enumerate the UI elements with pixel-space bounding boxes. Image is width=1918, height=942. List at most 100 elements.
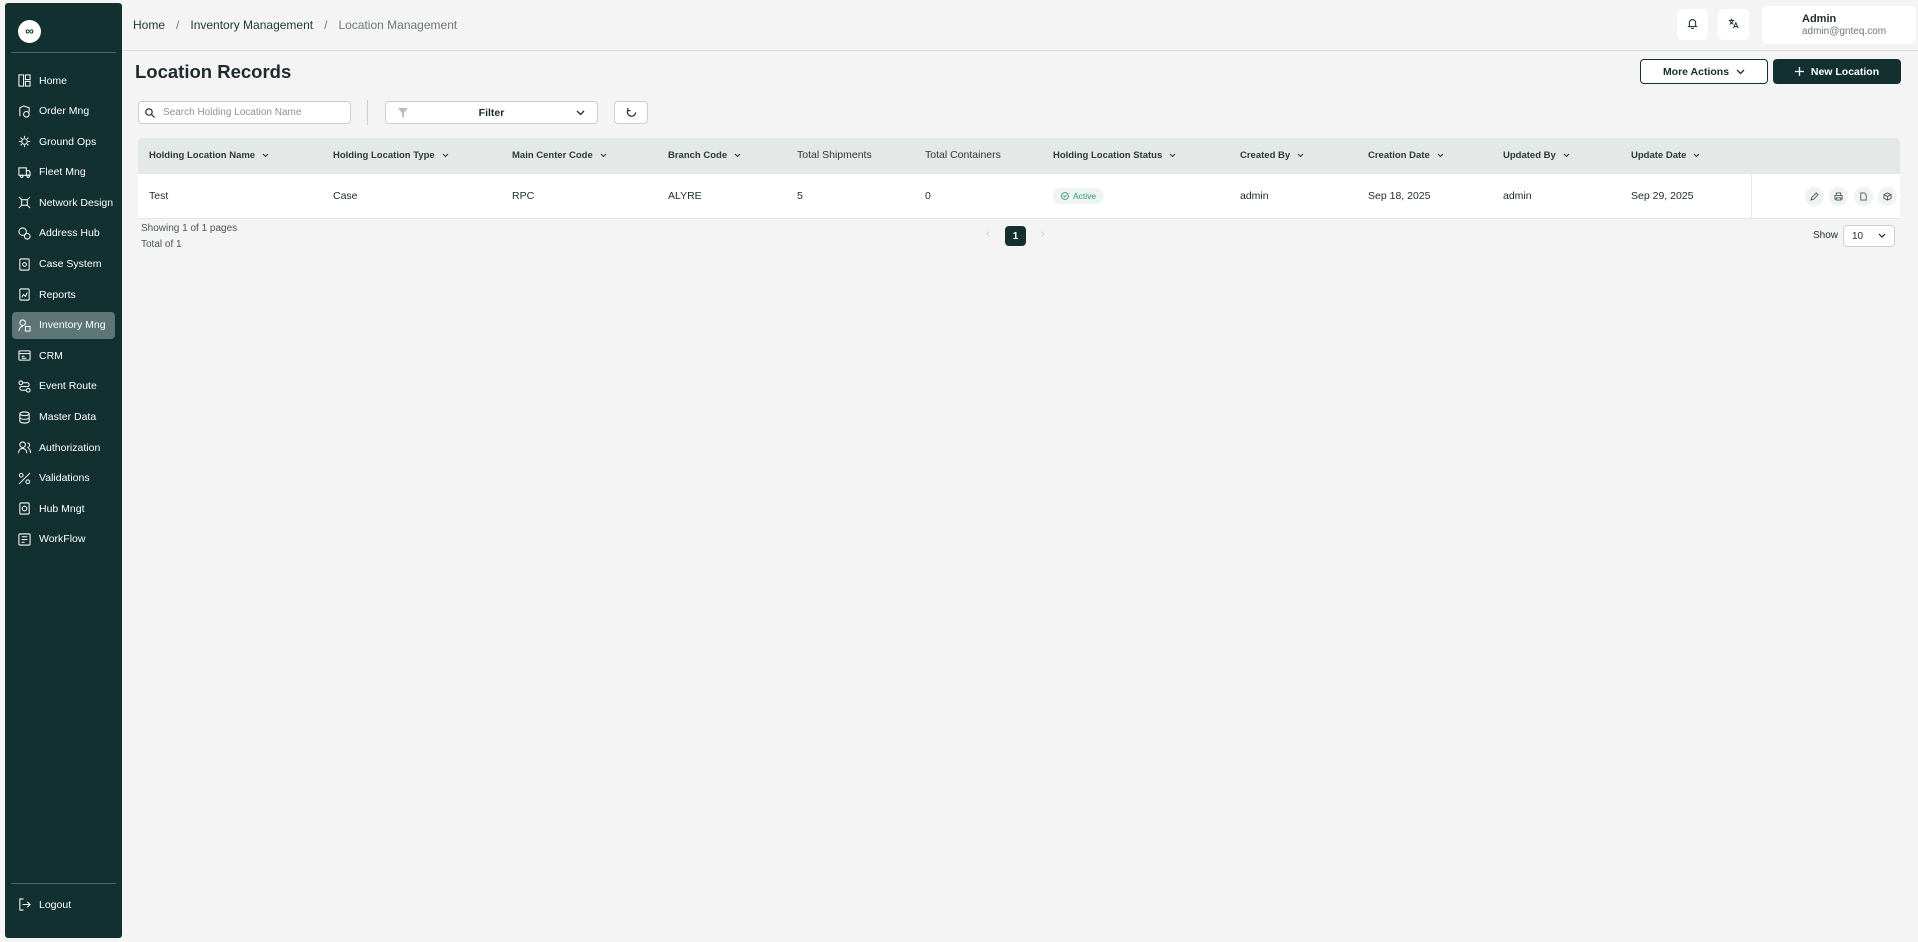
inventory-icon (18, 319, 31, 332)
cell-updated-by: admin (1503, 190, 1532, 202)
sort-icon (1563, 153, 1570, 158)
cell-total-shipments: 5 (797, 190, 803, 202)
sidebar-item-inventory-mng[interactable]: Inventory Mng (12, 311, 115, 339)
next-page-button[interactable]: › (1041, 228, 1045, 240)
column-header-creation-date[interactable]: Creation Date (1368, 150, 1444, 161)
new-location-button[interactable]: New Location (1773, 59, 1901, 84)
sidebar-item-label: WorkFlow (39, 533, 86, 546)
sidebar-item-order-mng[interactable]: Order Mng (12, 98, 115, 125)
document-button[interactable] (1854, 187, 1873, 206)
chevron-down-icon (1736, 69, 1745, 75)
notifications-button[interactable] (1677, 9, 1708, 40)
cell-creation-date: Sep 18, 2025 (1368, 190, 1431, 202)
truck-icon (18, 166, 31, 179)
sidebar-item-label: Address Hub (39, 227, 100, 240)
sidebar-item-label: Case System (39, 258, 102, 271)
new-location-label: New Location (1810, 65, 1880, 78)
validation-icon (18, 472, 31, 485)
sidebar-item-hub-mngt[interactable]: Hub Mngt (12, 495, 115, 522)
cell-branch-code: ALYRE (668, 190, 702, 202)
sidebar-item-address-hub[interactable]: Address Hub (12, 220, 115, 247)
sidebar-item-label: Inventory Mng (39, 319, 106, 332)
filter-label: Filter (478, 107, 505, 119)
sidebar-item-home[interactable]: Home (12, 67, 115, 94)
column-header-total-containers: Total Containers (925, 149, 1001, 161)
translate-icon (1728, 16, 1739, 34)
column-label: Holding Location Status (1053, 150, 1163, 161)
package-button[interactable] (1878, 187, 1897, 206)
sidebar-item-label: Authorization (39, 441, 101, 454)
sidebar-item-ground-ops[interactable]: Ground Ops (12, 128, 115, 155)
breadcrumb-separator: / (324, 18, 328, 32)
refresh-icon (626, 107, 637, 118)
sidebar-item-event-route[interactable]: Event Route (12, 373, 115, 400)
edit-button[interactable] (1805, 187, 1824, 206)
database-icon (18, 410, 31, 424)
dashboard-icon (18, 74, 31, 87)
sidebar-item-label: Hub Mngt (39, 502, 85, 515)
sidebar-item-label: CRM (39, 349, 63, 362)
cell-total-containers: 0 (925, 190, 931, 202)
sidebar-item-network-design[interactable]: Network Design (12, 189, 115, 216)
column-header-updated-by[interactable]: Updated By (1503, 150, 1570, 161)
cell-created-by: admin (1240, 190, 1269, 202)
column-header-status[interactable]: Holding Location Status (1053, 150, 1176, 161)
column-label: Holding Location Name (149, 150, 256, 161)
breadcrumb-home[interactable]: Home (133, 18, 165, 32)
column-header-type[interactable]: Holding Location Type (333, 150, 449, 161)
cell-type: Case (333, 190, 358, 202)
sidebar-item-workflow[interactable]: WorkFlow (12, 526, 115, 553)
column-label: Updated By (1503, 150, 1556, 161)
workflow-icon (18, 533, 31, 546)
column-header-branch-code[interactable]: Branch Code (668, 150, 741, 161)
column-header-update-date[interactable]: Update Date (1631, 150, 1700, 161)
app-logo[interactable]: ∞ (18, 20, 41, 43)
sidebar-item-fleet-mng[interactable]: Fleet Mng (12, 159, 115, 186)
logout-label: Logout (39, 898, 72, 911)
column-header-created-by[interactable]: Created By (1240, 150, 1304, 161)
print-button[interactable] (1829, 187, 1848, 206)
page-size-label: Show (1813, 230, 1839, 241)
more-actions-button[interactable]: More Actions (1640, 59, 1768, 84)
actions-divider (1751, 174, 1752, 219)
refresh-button[interactable] (614, 101, 648, 124)
address-icon (18, 227, 31, 240)
chevron-down-icon (1878, 233, 1886, 238)
filter-dropdown[interactable]: Filter (385, 101, 598, 124)
sidebar-item-label: Master Data (39, 411, 97, 424)
breadcrumb-current: Location Management (338, 18, 458, 32)
pencil-icon (1810, 192, 1819, 201)
column-header-name[interactable]: Holding Location Name (149, 150, 269, 161)
table-row[interactable]: Test Case RPC ALYRE 5 0 Active admin Sep… (138, 174, 1900, 219)
sidebar-item-validations[interactable]: Validations (12, 465, 115, 492)
location-table: Holding Location Name Holding Location T… (138, 138, 1900, 219)
column-header-main-center-code[interactable]: Main Center Code (512, 150, 607, 161)
bell-icon (1687, 16, 1698, 34)
search-input[interactable] (163, 107, 333, 118)
case-icon (18, 257, 31, 271)
chevron-left-icon: ‹ (986, 228, 990, 240)
network-icon (18, 196, 31, 209)
breadcrumb-inventory-management[interactable]: Inventory Management (190, 18, 313, 32)
search-box (138, 101, 351, 124)
column-label: Created By (1240, 150, 1291, 161)
sidebar-item-crm[interactable]: CRM (12, 342, 115, 369)
previous-page-button[interactable]: ‹ (986, 228, 990, 240)
language-button[interactable] (1718, 9, 1749, 40)
sidebar-item-label: Network Design (39, 196, 114, 209)
sidebar-item-master-data[interactable]: Master Data (12, 404, 115, 431)
page-button-current[interactable]: 1 (1005, 226, 1026, 246)
breadcrumb: Home / Inventory Management / Location M… (133, 18, 457, 32)
sidebar-item-authorization[interactable]: Authorization (12, 434, 115, 461)
sidebar-item-label: Validations (39, 472, 90, 485)
chevron-right-icon: › (1041, 228, 1045, 240)
sidebar-divider (11, 52, 116, 53)
toolbar-divider (367, 100, 368, 125)
sidebar-item-case-system[interactable]: Case System (12, 251, 115, 278)
column-header-total-shipments: Total Shipments (797, 149, 872, 161)
logout-button[interactable]: Logout (18, 898, 71, 911)
user-menu[interactable]: Admin admin@gnteq.com (1762, 6, 1916, 44)
status-badge: Active (1053, 188, 1105, 204)
page-size-select[interactable]: 10 (1843, 225, 1895, 247)
sidebar-item-reports[interactable]: Reports (12, 281, 115, 308)
